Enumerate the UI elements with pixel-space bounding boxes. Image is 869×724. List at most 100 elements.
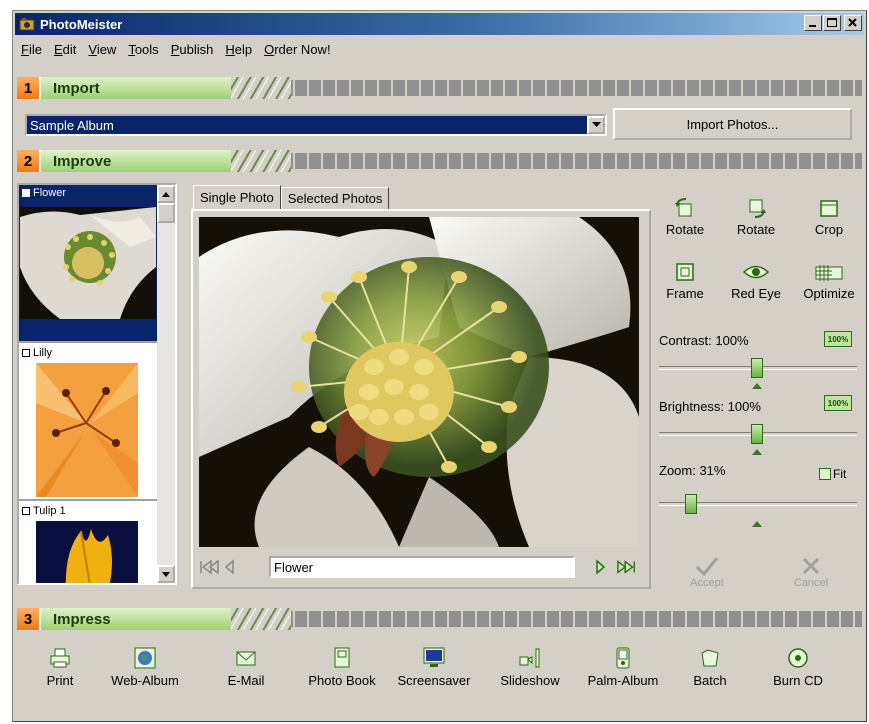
- cancel-button[interactable]: Cancel: [781, 555, 841, 599]
- section-title: Import: [41, 77, 231, 99]
- thumbnail-list[interactable]: Flower Lilly Tulip 1: [17, 183, 177, 585]
- checkbox-icon[interactable]: [22, 349, 30, 357]
- menu-help[interactable]: Help: [219, 42, 258, 57]
- maximize-button[interactable]: [823, 15, 841, 31]
- frame-button[interactable]: Frame: [655, 261, 715, 301]
- frame-icon: [676, 263, 694, 281]
- impress-label: Burn CD: [773, 673, 823, 688]
- zoom-label: Zoom: 31%: [659, 463, 726, 478]
- thumbnail-image: [20, 207, 156, 319]
- window-title: PhotoMeister: [40, 16, 123, 32]
- thumbnail-item-flower[interactable]: Flower: [19, 185, 157, 343]
- globe-icon: [134, 647, 156, 669]
- thumbnail-image: [36, 521, 138, 583]
- impress-email-button[interactable]: E-Mail: [201, 647, 291, 688]
- rotate-left-button[interactable]: Rotate: [655, 197, 715, 237]
- cross-icon: [802, 557, 820, 575]
- brightness-slider-thumb[interactable]: [751, 424, 763, 444]
- dropdown-button[interactable]: [587, 116, 605, 134]
- accept-button[interactable]: Accept: [677, 555, 737, 599]
- tool-label: Rotate: [665, 222, 705, 237]
- main-photo[interactable]: [199, 217, 639, 547]
- tool-label: Red Eye: [731, 286, 781, 301]
- tab-single-photo[interactable]: Single Photo: [193, 185, 281, 209]
- section-filmstrip: [291, 608, 862, 630]
- thumbnail-item-lilly[interactable]: Lilly: [19, 345, 157, 501]
- minimize-button[interactable]: [804, 15, 822, 31]
- thumbnail-label: Flower: [33, 187, 67, 199]
- red-eye-button[interactable]: Red Eye: [726, 261, 786, 301]
- menu-publish[interactable]: Publish: [165, 42, 220, 57]
- impress-burn-cd-button[interactable]: Burn CD: [753, 647, 843, 688]
- thumbnail-image: [36, 363, 138, 497]
- checkbox-icon[interactable]: [22, 507, 30, 515]
- flower-photo-image: [199, 217, 639, 547]
- impress-photo-book-button[interactable]: Photo Book: [297, 647, 387, 688]
- contrast-reset-button[interactable]: 100%: [824, 331, 852, 347]
- first-photo-icon[interactable]: [199, 557, 219, 577]
- optimize-button[interactable]: Optimize: [799, 261, 859, 301]
- zoom-slider-thumb[interactable]: [685, 494, 697, 514]
- menu-view[interactable]: View: [82, 42, 122, 57]
- impress-label: Web-Album: [111, 673, 179, 688]
- section-impress-header: 3 Impress: [17, 606, 862, 632]
- impress-web-album-button[interactable]: Web-Album: [100, 647, 190, 688]
- album-select[interactable]: Sample Album: [25, 114, 607, 136]
- optimize-icon: [815, 265, 843, 281]
- fit-button[interactable]: Fit: [819, 467, 846, 481]
- scroll-up-button[interactable]: [157, 185, 175, 203]
- monitor-icon: [423, 647, 445, 667]
- fit-icon: [819, 468, 831, 480]
- previous-photo-icon[interactable]: [219, 557, 239, 577]
- album-select-value: Sample Album: [30, 117, 114, 133]
- last-photo-icon[interactable]: [617, 557, 637, 577]
- impress-label: Batch: [693, 673, 727, 688]
- contrast-label: Contrast: 100%: [659, 333, 749, 348]
- menu-edit[interactable]: Edit: [48, 42, 82, 57]
- tool-label: Frame: [666, 286, 704, 301]
- impress-label: Photo Book: [308, 673, 376, 688]
- section-stripes: [231, 150, 291, 172]
- chevron-down-icon: [591, 122, 601, 127]
- book-icon: [334, 647, 350, 668]
- thumbnail-scrollbar[interactable]: [157, 185, 175, 583]
- impress-print-button[interactable]: Print: [15, 647, 105, 688]
- close-button[interactable]: [844, 15, 862, 31]
- impress-label: Print: [46, 673, 74, 688]
- brightness-reset-button[interactable]: 100%: [824, 395, 852, 411]
- impress-batch-button[interactable]: Batch: [665, 647, 755, 688]
- menu-order-now[interactable]: Order Now!: [258, 42, 336, 57]
- palm-icon: [616, 647, 630, 669]
- menu-bar: File Edit View Tools Publish Help Order …: [15, 39, 337, 59]
- maximize-icon: [827, 18, 837, 27]
- impress-palm-album-button[interactable]: Palm-Album: [578, 647, 668, 688]
- contrast-slider-thumb[interactable]: [751, 358, 763, 378]
- menu-tools[interactable]: Tools: [122, 42, 164, 57]
- crop-button[interactable]: Crop: [799, 197, 859, 237]
- impress-label: Palm-Album: [587, 673, 659, 688]
- cancel-label: Cancel: [793, 577, 829, 589]
- impress-label: E-Mail: [227, 673, 265, 688]
- tab-selected-photos[interactable]: Selected Photos: [280, 187, 390, 209]
- section-title: Improve: [41, 150, 231, 172]
- tool-label: Optimize: [803, 286, 855, 301]
- title-bar[interactable]: PhotoMeister: [15, 13, 864, 35]
- scroll-thumb[interactable]: [157, 203, 175, 223]
- tool-label: Crop: [814, 222, 844, 237]
- thumbnail-item-tulip-1[interactable]: Tulip 1: [19, 503, 157, 583]
- minimize-icon: [809, 25, 816, 27]
- photo-nav-bar: Flower: [199, 553, 645, 581]
- crop-icon: [820, 200, 838, 217]
- next-photo-icon[interactable]: [591, 557, 611, 577]
- envelope-icon: [236, 651, 256, 666]
- checkbox-icon[interactable]: [22, 189, 30, 197]
- photo-name-field[interactable]: Flower: [269, 556, 575, 578]
- section-filmstrip: [291, 150, 862, 172]
- impress-screensaver-button[interactable]: Screensaver: [389, 647, 479, 688]
- scroll-down-button[interactable]: [157, 565, 175, 583]
- import-photos-button[interactable]: Import Photos...: [613, 108, 852, 140]
- photo-viewer: Flower: [191, 209, 651, 589]
- menu-file[interactable]: File: [15, 42, 48, 57]
- rotate-right-button[interactable]: Rotate: [726, 197, 786, 237]
- impress-slideshow-button[interactable]: Slideshow: [485, 647, 575, 688]
